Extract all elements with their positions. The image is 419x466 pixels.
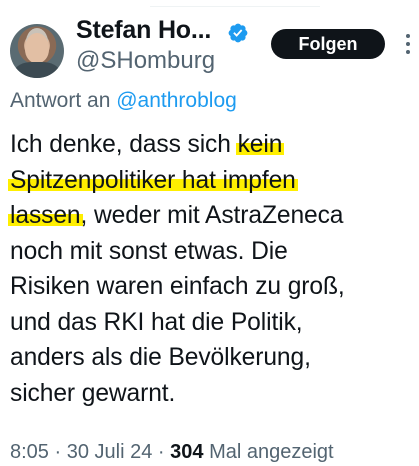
highlighted-text: kein xyxy=(235,131,285,158)
more-dot xyxy=(406,34,410,38)
avatar-face xyxy=(25,33,49,63)
tweet-line: sicher gewarnt. xyxy=(10,379,176,407)
tweet-text: Ich denke, dass sich kein Spitzenpolitik… xyxy=(8,127,415,411)
tweet-line: anders als die Bevölkerung, xyxy=(10,344,311,371)
tweet-line: und das RKI hat die Politik, xyxy=(10,308,303,336)
highlighted-text: Spitzenpolitiker hat impfen xyxy=(8,166,298,194)
tweet-metadata: 8:05 · 30 Juli 24 · 304 Mal angezeigt xyxy=(10,441,334,464)
tweet-text-segment: , weder mit AstraZeneca xyxy=(80,202,344,229)
separator-dot: · xyxy=(157,441,165,463)
tweet-line: Ich denke, dass sich kein xyxy=(10,127,415,163)
avatar-shirt xyxy=(15,62,59,78)
tweet-line: Spitzenpolitiker hat impfen xyxy=(8,163,415,199)
follow-button[interactable]: Folgen xyxy=(271,29,385,59)
verified-badge-icon xyxy=(228,23,248,43)
display-name[interactable]: Stefan Ho... xyxy=(76,16,211,45)
views-count: 304 xyxy=(170,441,204,463)
user-handle[interactable]: @SHomburg xyxy=(76,47,215,75)
separator-dot: · xyxy=(54,441,62,463)
reply-context: Antwort an @anthroblog xyxy=(10,89,237,113)
top-divider xyxy=(150,0,320,7)
tweet-line: lassen, weder mit AstraZeneca xyxy=(8,198,415,234)
tweet-date[interactable]: 30 Juli 24 xyxy=(67,441,153,463)
reply-prefix: Antwort an xyxy=(10,89,117,112)
views-label: Mal angezeigt xyxy=(209,441,334,463)
more-dot xyxy=(406,42,410,46)
tweet-text-segment: Ich denke, dass sich xyxy=(10,131,238,158)
highlighted-text: lassen xyxy=(8,202,83,229)
more-dot xyxy=(406,50,410,54)
more-options-icon[interactable] xyxy=(400,34,416,54)
tweet-line: noch mit sonst etwas. Die xyxy=(10,237,288,265)
tweet-time[interactable]: 8:05 xyxy=(10,441,49,463)
reply-mention-link[interactable]: @anthroblog xyxy=(116,89,237,112)
avatar[interactable] xyxy=(10,24,64,78)
tweet-line: Risiken waren einfach zu groß, xyxy=(10,273,345,300)
